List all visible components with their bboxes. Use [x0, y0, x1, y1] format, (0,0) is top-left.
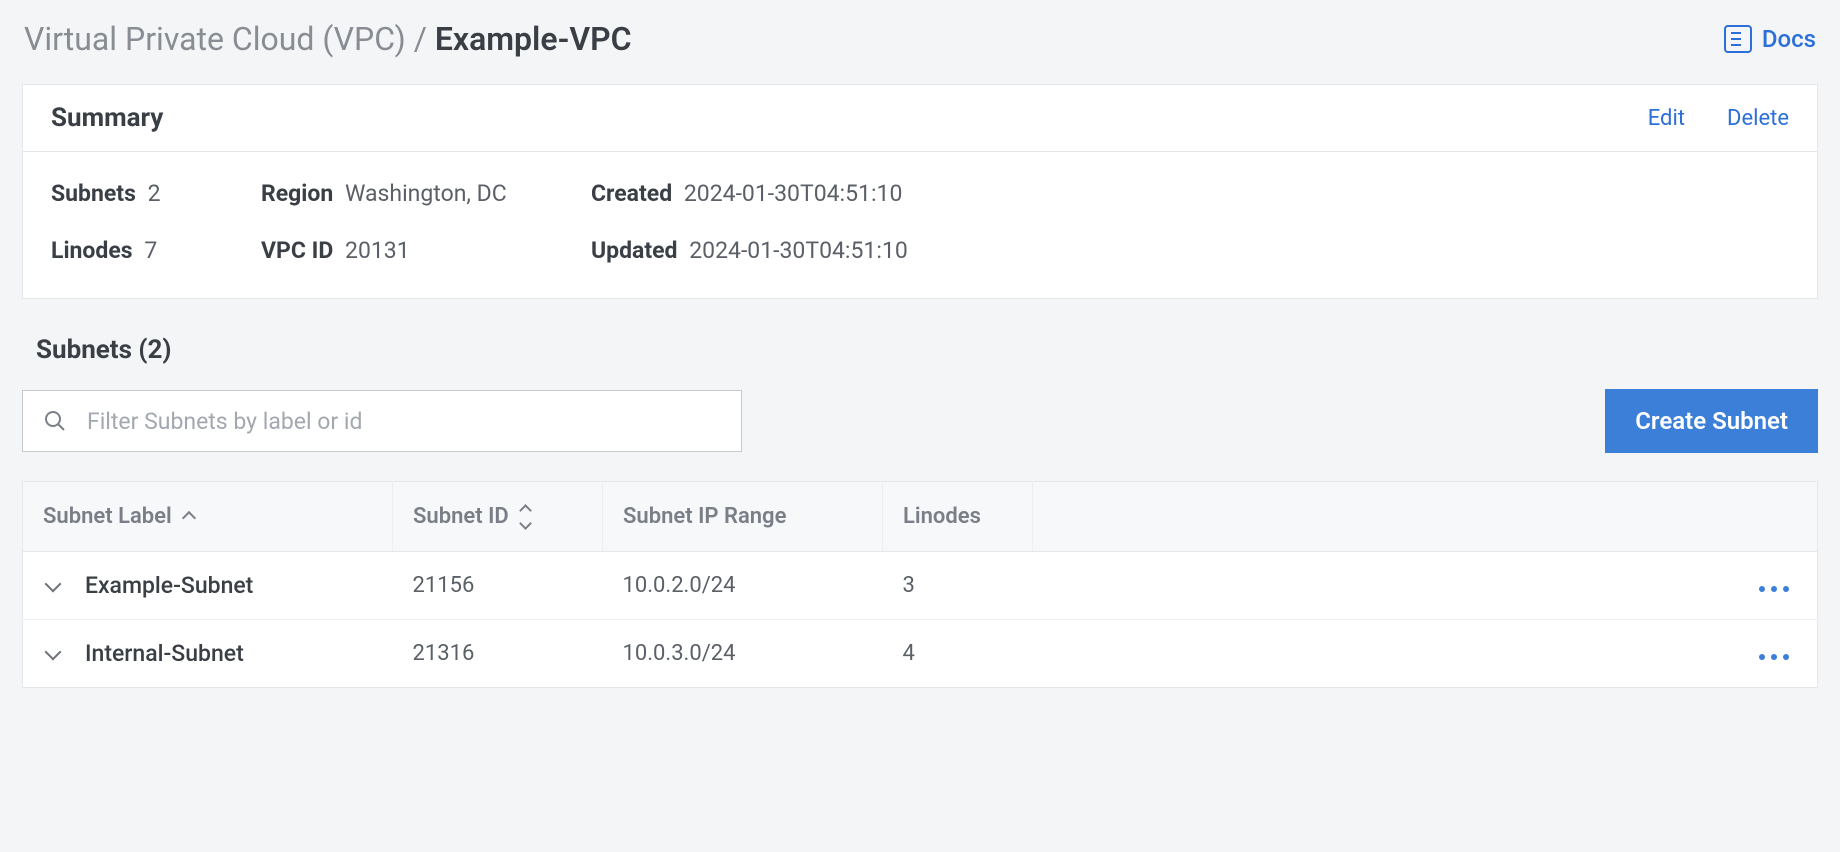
col-subnet-range: Subnet IP Range	[603, 482, 883, 552]
summary-subnets-label: Subnets	[51, 180, 136, 207]
col-subnet-id[interactable]: Subnet ID	[393, 482, 603, 552]
summary-vpcid: VPC ID 20131	[261, 237, 591, 264]
docs-icon	[1724, 25, 1752, 53]
col-subnet-label[interactable]: Subnet Label	[23, 482, 393, 552]
subnet-id: 21156	[393, 552, 603, 620]
expand-row-icon[interactable]	[45, 643, 62, 660]
summary-subnets-value: 2	[148, 180, 161, 207]
subnet-filter-input[interactable]	[87, 408, 721, 435]
delete-button[interactable]: Delete	[1727, 106, 1789, 131]
docs-label: Docs	[1762, 25, 1816, 53]
subnet-linodes: 3	[883, 552, 1033, 620]
subnet-filter-wrap[interactable]	[22, 390, 742, 452]
edit-button[interactable]: Edit	[1648, 106, 1685, 131]
subnet-id: 21316	[393, 620, 603, 688]
summary-linodes-value: 7	[144, 237, 157, 264]
breadcrumb: Virtual Private Cloud (VPC) / Example-VP…	[24, 20, 632, 58]
subnet-linodes: 4	[883, 620, 1033, 688]
breadcrumb-sep: /	[406, 20, 435, 58]
summary-region-value: Washington, DC	[345, 180, 507, 207]
sort-both-icon	[521, 506, 530, 528]
summary-linodes: Linodes 7	[51, 237, 261, 264]
subnet-range: 10.0.2.0/24	[603, 552, 883, 620]
search-icon	[43, 409, 67, 433]
col-linodes: Linodes	[883, 482, 1033, 552]
col-subnet-range-text: Subnet IP Range	[623, 504, 786, 529]
summary-created-label: Created	[591, 180, 672, 207]
row-actions-menu[interactable]	[1759, 654, 1797, 660]
subnets-heading: Subnets (2)	[22, 329, 1818, 389]
docs-link[interactable]: Docs	[1724, 25, 1816, 53]
summary-linodes-label: Linodes	[51, 237, 133, 264]
summary-updated: Updated 2024-01-30T04:51:10	[591, 237, 1789, 264]
row-actions-menu[interactable]	[1759, 586, 1797, 592]
table-row: Example-Subnet 21156 10.0.2.0/24 3	[23, 552, 1818, 620]
subnet-range: 10.0.3.0/24	[603, 620, 883, 688]
subnet-label: Internal-Subnet	[85, 640, 244, 667]
col-subnet-label-text: Subnet Label	[43, 504, 172, 529]
expand-row-icon[interactable]	[45, 575, 62, 592]
summary-title: Summary	[51, 103, 163, 133]
subnet-label: Example-Subnet	[85, 572, 253, 599]
summary-vpcid-label: VPC ID	[261, 237, 333, 264]
summary-panel: Summary Edit Delete Subnets 2 Region Was…	[22, 84, 1818, 299]
col-actions	[1033, 482, 1818, 552]
summary-region: Region Washington, DC	[261, 180, 591, 207]
col-linodes-text: Linodes	[903, 504, 981, 529]
create-subnet-button[interactable]: Create Subnet	[1605, 389, 1818, 453]
summary-subnets: Subnets 2	[51, 180, 261, 207]
summary-region-label: Region	[261, 180, 333, 207]
subnets-table: Subnet Label Subnet ID Subnet IP Range L…	[22, 481, 1818, 688]
summary-updated-value: 2024-01-30T04:51:10	[689, 237, 908, 264]
sort-asc-icon	[182, 511, 196, 525]
table-row: Internal-Subnet 21316 10.0.3.0/24 4	[23, 620, 1818, 688]
summary-created: Created 2024-01-30T04:51:10	[591, 180, 1789, 207]
summary-created-value: 2024-01-30T04:51:10	[684, 180, 903, 207]
breadcrumb-current: Example-VPC	[435, 20, 632, 58]
breadcrumb-parent[interactable]: Virtual Private Cloud (VPC)	[24, 20, 406, 58]
summary-updated-label: Updated	[591, 237, 678, 264]
summary-vpcid-value: 20131	[345, 237, 410, 264]
col-subnet-id-text: Subnet ID	[413, 504, 509, 529]
